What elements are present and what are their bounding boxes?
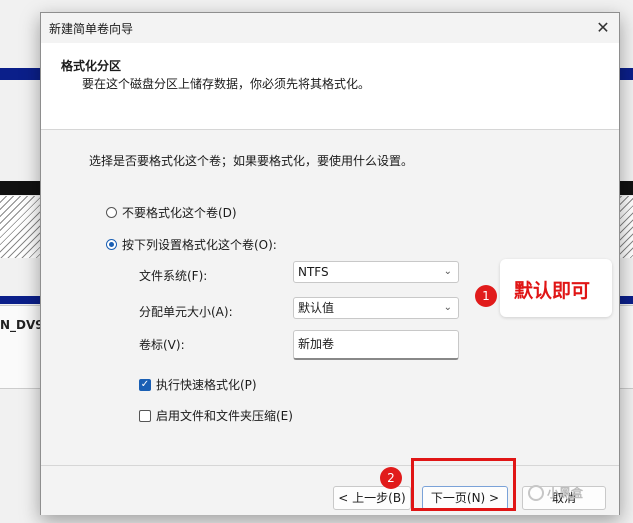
annotation-highlight-next: [411, 458, 516, 511]
compression-checkbox[interactable]: 启用文件和文件夹压缩(E): [139, 407, 293, 424]
annotation-step-1: 1: [475, 285, 497, 307]
filesystem-select[interactable]: NTFS ⌄: [293, 261, 459, 283]
wizard-header: 格式化分区 要在这个磁盘分区上储存数据，你必须先将其格式化。: [41, 43, 619, 130]
filesystem-label: 文件系统(F):: [139, 269, 208, 283]
radio-checked-icon: [106, 239, 117, 250]
watermark-text: 小黑盒: [547, 486, 584, 500]
volume-label-input[interactable]: 新加卷: [293, 330, 459, 360]
volume-label-label: 卷标(V):: [139, 338, 185, 352]
format-label: 按下列设置格式化这个卷(O):: [122, 238, 277, 252]
quick-format-checkbox[interactable]: ✓ 执行快速格式化(P): [139, 376, 257, 393]
volume-label-value: 新加卷: [298, 337, 335, 351]
chevron-down-icon: ⌄: [443, 302, 452, 313]
close-icon: ✕: [596, 18, 610, 37]
bg-volume-label: N_DV9: [0, 318, 44, 332]
chevron-down-icon: ⌄: [443, 266, 452, 277]
format-radio[interactable]: 按下列设置格式化这个卷(O):: [106, 236, 277, 253]
back-button[interactable]: < 上一步(B): [333, 486, 411, 510]
radio-unchecked-icon: [106, 207, 117, 218]
no-format-radio[interactable]: 不要格式化这个卷(D): [106, 204, 237, 221]
page-subtitle: 要在这个磁盘分区上储存数据，你必须先将其格式化。: [82, 77, 371, 91]
title-bar: 新建简单卷向导 ✕: [41, 13, 619, 43]
annotation-step-2: 2: [380, 467, 402, 489]
filesystem-value: NTFS: [298, 265, 329, 279]
allocation-label: 分配单元大小(A):: [139, 305, 233, 319]
checkmark-icon: ✓: [139, 378, 151, 391]
checkbox-empty-icon: [139, 409, 151, 422]
quick-format-label: 执行快速格式化(P): [156, 378, 257, 392]
window-title: 新建简单卷向导: [49, 22, 134, 36]
close-button[interactable]: ✕: [591, 16, 615, 40]
watermark: 小黑盒: [528, 484, 583, 501]
annotation-default-text: 默认即可: [514, 280, 591, 302]
allocation-value: 默认值: [298, 301, 335, 315]
compression-label: 启用文件和文件夹压缩(E): [156, 409, 293, 423]
page-title: 格式化分区: [61, 59, 122, 73]
no-format-label: 不要格式化这个卷(D): [122, 206, 237, 220]
allocation-size-select[interactable]: 默认值 ⌄: [293, 297, 459, 319]
intro-text: 选择是否要格式化这个卷；如果要格式化，要使用什么设置。: [89, 154, 414, 168]
heybox-logo-icon: [528, 484, 544, 501]
